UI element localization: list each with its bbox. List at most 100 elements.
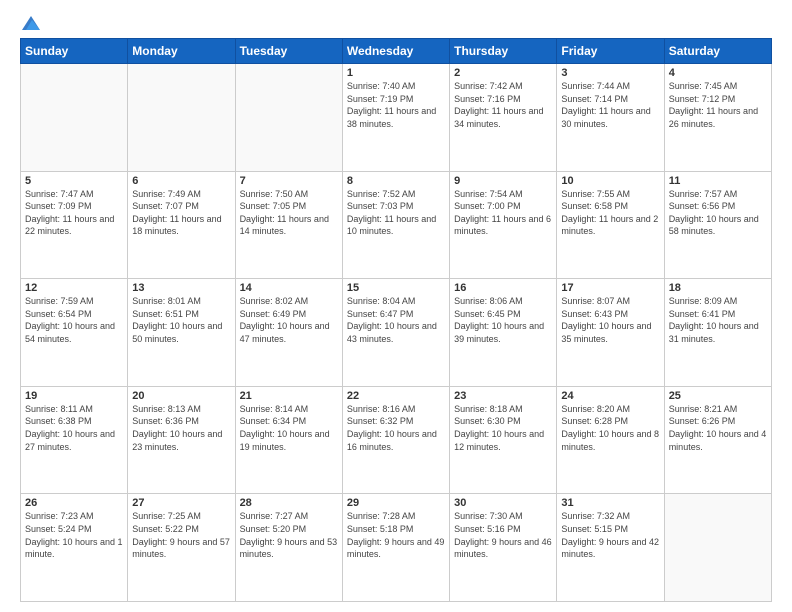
calendar-cell: 27Sunrise: 7:25 AM Sunset: 5:22 PM Dayli… xyxy=(128,494,235,602)
day-info: Sunrise: 7:27 AM Sunset: 5:20 PM Dayligh… xyxy=(240,510,338,560)
calendar-cell: 24Sunrise: 8:20 AM Sunset: 6:28 PM Dayli… xyxy=(557,386,664,494)
day-info: Sunrise: 7:55 AM Sunset: 6:58 PM Dayligh… xyxy=(561,188,659,238)
calendar-week-row: 12Sunrise: 7:59 AM Sunset: 6:54 PM Dayli… xyxy=(21,279,772,387)
day-info: Sunrise: 8:21 AM Sunset: 6:26 PM Dayligh… xyxy=(669,403,767,453)
day-number: 5 xyxy=(25,175,123,187)
day-number: 9 xyxy=(454,175,552,187)
calendar-week-row: 1Sunrise: 7:40 AM Sunset: 7:19 PM Daylig… xyxy=(21,64,772,172)
calendar-cell: 2Sunrise: 7:42 AM Sunset: 7:16 PM Daylig… xyxy=(450,64,557,172)
day-number: 22 xyxy=(347,390,445,402)
day-number: 14 xyxy=(240,282,338,294)
calendar-cell: 4Sunrise: 7:45 AM Sunset: 7:12 PM Daylig… xyxy=(664,64,771,172)
day-info: Sunrise: 8:16 AM Sunset: 6:32 PM Dayligh… xyxy=(347,403,445,453)
calendar-cell: 7Sunrise: 7:50 AM Sunset: 7:05 PM Daylig… xyxy=(235,171,342,279)
calendar-cell: 3Sunrise: 7:44 AM Sunset: 7:14 PM Daylig… xyxy=(557,64,664,172)
day-info: Sunrise: 7:50 AM Sunset: 7:05 PM Dayligh… xyxy=(240,188,338,238)
weekday-header-friday: Friday xyxy=(557,39,664,64)
day-number: 23 xyxy=(454,390,552,402)
calendar-cell: 22Sunrise: 8:16 AM Sunset: 6:32 PM Dayli… xyxy=(342,386,449,494)
day-number: 17 xyxy=(561,282,659,294)
day-info: Sunrise: 7:45 AM Sunset: 7:12 PM Dayligh… xyxy=(669,80,767,130)
day-number: 3 xyxy=(561,67,659,79)
calendar-cell: 28Sunrise: 7:27 AM Sunset: 5:20 PM Dayli… xyxy=(235,494,342,602)
day-number: 26 xyxy=(25,497,123,509)
calendar-cell: 31Sunrise: 7:32 AM Sunset: 5:15 PM Dayli… xyxy=(557,494,664,602)
day-number: 16 xyxy=(454,282,552,294)
day-number: 4 xyxy=(669,67,767,79)
calendar-cell xyxy=(664,494,771,602)
day-info: Sunrise: 8:09 AM Sunset: 6:41 PM Dayligh… xyxy=(669,295,767,345)
day-number: 19 xyxy=(25,390,123,402)
day-info: Sunrise: 8:02 AM Sunset: 6:49 PM Dayligh… xyxy=(240,295,338,345)
day-number: 27 xyxy=(132,497,230,509)
calendar-cell: 11Sunrise: 7:57 AM Sunset: 6:56 PM Dayli… xyxy=(664,171,771,279)
weekday-header-monday: Monday xyxy=(128,39,235,64)
calendar-cell: 26Sunrise: 7:23 AM Sunset: 5:24 PM Dayli… xyxy=(21,494,128,602)
calendar-cell xyxy=(128,64,235,172)
day-info: Sunrise: 7:23 AM Sunset: 5:24 PM Dayligh… xyxy=(25,510,123,560)
day-info: Sunrise: 8:14 AM Sunset: 6:34 PM Dayligh… xyxy=(240,403,338,453)
day-info: Sunrise: 7:57 AM Sunset: 6:56 PM Dayligh… xyxy=(669,188,767,238)
day-info: Sunrise: 7:42 AM Sunset: 7:16 PM Dayligh… xyxy=(454,80,552,130)
day-number: 25 xyxy=(669,390,767,402)
weekday-header-saturday: Saturday xyxy=(664,39,771,64)
weekday-header-wednesday: Wednesday xyxy=(342,39,449,64)
calendar-cell: 14Sunrise: 8:02 AM Sunset: 6:49 PM Dayli… xyxy=(235,279,342,387)
calendar-cell: 8Sunrise: 7:52 AM Sunset: 7:03 PM Daylig… xyxy=(342,171,449,279)
calendar-cell: 13Sunrise: 8:01 AM Sunset: 6:51 PM Dayli… xyxy=(128,279,235,387)
calendar-week-row: 5Sunrise: 7:47 AM Sunset: 7:09 PM Daylig… xyxy=(21,171,772,279)
day-number: 1 xyxy=(347,67,445,79)
day-info: Sunrise: 8:11 AM Sunset: 6:38 PM Dayligh… xyxy=(25,403,123,453)
day-number: 29 xyxy=(347,497,445,509)
day-number: 28 xyxy=(240,497,338,509)
weekday-header-tuesday: Tuesday xyxy=(235,39,342,64)
day-number: 21 xyxy=(240,390,338,402)
calendar-cell: 12Sunrise: 7:59 AM Sunset: 6:54 PM Dayli… xyxy=(21,279,128,387)
calendar-cell: 6Sunrise: 7:49 AM Sunset: 7:07 PM Daylig… xyxy=(128,171,235,279)
day-number: 6 xyxy=(132,175,230,187)
day-info: Sunrise: 8:01 AM Sunset: 6:51 PM Dayligh… xyxy=(132,295,230,345)
weekday-header-thursday: Thursday xyxy=(450,39,557,64)
day-info: Sunrise: 7:49 AM Sunset: 7:07 PM Dayligh… xyxy=(132,188,230,238)
day-number: 20 xyxy=(132,390,230,402)
day-number: 8 xyxy=(347,175,445,187)
calendar-week-row: 26Sunrise: 7:23 AM Sunset: 5:24 PM Dayli… xyxy=(21,494,772,602)
calendar-table: SundayMondayTuesdayWednesdayThursdayFrid… xyxy=(20,38,772,602)
day-info: Sunrise: 8:13 AM Sunset: 6:36 PM Dayligh… xyxy=(132,403,230,453)
day-info: Sunrise: 8:04 AM Sunset: 6:47 PM Dayligh… xyxy=(347,295,445,345)
day-info: Sunrise: 7:54 AM Sunset: 7:00 PM Dayligh… xyxy=(454,188,552,238)
calendar-cell: 17Sunrise: 8:07 AM Sunset: 6:43 PM Dayli… xyxy=(557,279,664,387)
day-number: 13 xyxy=(132,282,230,294)
day-number: 31 xyxy=(561,497,659,509)
weekday-header-sunday: Sunday xyxy=(21,39,128,64)
logo-icon xyxy=(22,16,40,30)
calendar-cell: 10Sunrise: 7:55 AM Sunset: 6:58 PM Dayli… xyxy=(557,171,664,279)
calendar-cell: 23Sunrise: 8:18 AM Sunset: 6:30 PM Dayli… xyxy=(450,386,557,494)
day-number: 2 xyxy=(454,67,552,79)
calendar-cell xyxy=(235,64,342,172)
day-number: 11 xyxy=(669,175,767,187)
calendar-cell: 19Sunrise: 8:11 AM Sunset: 6:38 PM Dayli… xyxy=(21,386,128,494)
day-info: Sunrise: 7:25 AM Sunset: 5:22 PM Dayligh… xyxy=(132,510,230,560)
day-info: Sunrise: 8:18 AM Sunset: 6:30 PM Dayligh… xyxy=(454,403,552,453)
page: SundayMondayTuesdayWednesdayThursdayFrid… xyxy=(0,0,792,612)
day-info: Sunrise: 8:06 AM Sunset: 6:45 PM Dayligh… xyxy=(454,295,552,345)
calendar-week-row: 19Sunrise: 8:11 AM Sunset: 6:38 PM Dayli… xyxy=(21,386,772,494)
day-info: Sunrise: 7:32 AM Sunset: 5:15 PM Dayligh… xyxy=(561,510,659,560)
day-number: 24 xyxy=(561,390,659,402)
day-number: 18 xyxy=(669,282,767,294)
day-info: Sunrise: 7:30 AM Sunset: 5:16 PM Dayligh… xyxy=(454,510,552,560)
calendar-cell: 20Sunrise: 8:13 AM Sunset: 6:36 PM Dayli… xyxy=(128,386,235,494)
calendar-cell: 30Sunrise: 7:30 AM Sunset: 5:16 PM Dayli… xyxy=(450,494,557,602)
calendar-cell: 9Sunrise: 7:54 AM Sunset: 7:00 PM Daylig… xyxy=(450,171,557,279)
calendar-cell: 5Sunrise: 7:47 AM Sunset: 7:09 PM Daylig… xyxy=(21,171,128,279)
calendar-cell: 16Sunrise: 8:06 AM Sunset: 6:45 PM Dayli… xyxy=(450,279,557,387)
calendar-cell xyxy=(21,64,128,172)
day-number: 15 xyxy=(347,282,445,294)
day-info: Sunrise: 7:28 AM Sunset: 5:18 PM Dayligh… xyxy=(347,510,445,560)
day-number: 30 xyxy=(454,497,552,509)
day-number: 12 xyxy=(25,282,123,294)
day-info: Sunrise: 7:59 AM Sunset: 6:54 PM Dayligh… xyxy=(25,295,123,345)
day-info: Sunrise: 7:40 AM Sunset: 7:19 PM Dayligh… xyxy=(347,80,445,130)
day-info: Sunrise: 7:44 AM Sunset: 7:14 PM Dayligh… xyxy=(561,80,659,130)
